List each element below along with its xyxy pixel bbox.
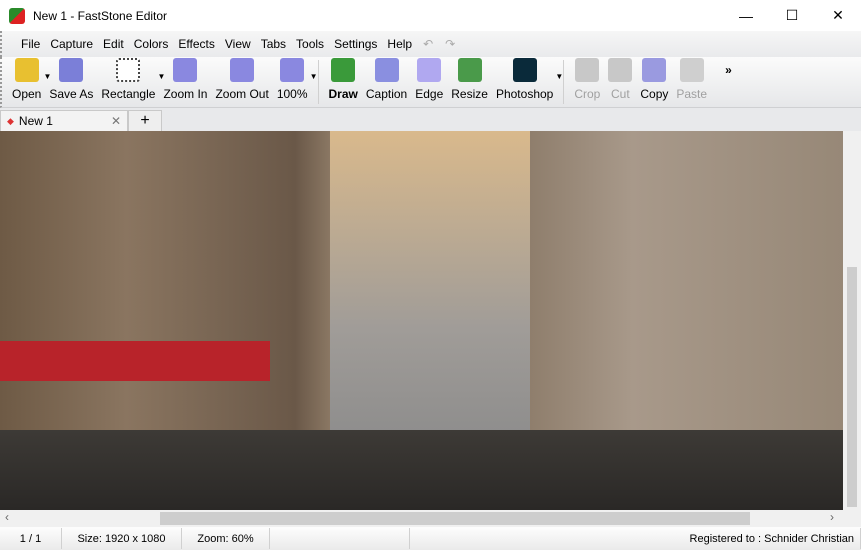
menu-file[interactable]: File xyxy=(16,37,45,51)
status-zoom: Zoom: 60% xyxy=(182,528,270,549)
tool-label: Edge xyxy=(415,87,444,101)
resize-button[interactable]: Resize xyxy=(447,58,492,107)
vertical-scroll-thumb[interactable] xyxy=(847,267,857,507)
toolbar: Open ▼ Save As Rectangle ▼ Zoom In Zoom Out 100… xyxy=(0,57,861,108)
floppy-disk-icon xyxy=(59,58,84,82)
crop-icon xyxy=(575,58,600,82)
paste-icon xyxy=(679,58,704,82)
close-tab-icon[interactable]: ✕ xyxy=(111,114,121,128)
horizontal-scroll-thumb[interactable] xyxy=(160,512,750,525)
maximize-button[interactable]: ☐ xyxy=(769,0,815,31)
toolbar-separator xyxy=(317,60,319,104)
open-folder-icon xyxy=(14,58,39,82)
photoshop-button[interactable]: Photoshop ▼ xyxy=(492,58,563,107)
status-bar: 1 / 1 Size: 1920 x 1080 Zoom: 60% Regist… xyxy=(0,527,861,550)
tab-new-1[interactable]: ◆ New 1 ✕ xyxy=(0,110,128,131)
photo-awning xyxy=(0,341,270,381)
modified-dot-icon: ◆ xyxy=(7,115,14,126)
menu-bar: File Capture Edit Colors Effects View Tabs Tool… xyxy=(0,31,861,57)
tool-label: Open xyxy=(12,87,42,101)
crop-button[interactable]: Crop xyxy=(570,58,604,107)
edge-button[interactable]: Edge xyxy=(411,58,447,107)
resize-icon xyxy=(457,58,482,82)
vertical-scrollbar[interactable] xyxy=(843,131,861,510)
draw-button[interactable]: Draw xyxy=(325,58,362,107)
paste-button[interactable]: Paste xyxy=(672,58,711,107)
menu-capture[interactable]: Capture xyxy=(45,37,98,51)
tool-label: Photoshop xyxy=(495,87,554,101)
cut-button[interactable]: Cut xyxy=(604,58,636,107)
rectangle-select-icon xyxy=(116,58,141,82)
tool-label: Rectangle xyxy=(101,87,156,101)
tool-label: Zoom Out xyxy=(215,87,269,101)
status-registered: Registered to : Schnider Christian xyxy=(410,528,861,549)
copy-icon xyxy=(642,58,667,82)
photoshop-icon xyxy=(512,58,537,82)
title-bar: New 1 - FastStone Editor — ☐ ✕ xyxy=(0,0,861,31)
minimize-button[interactable]: — xyxy=(723,0,769,31)
add-tab-button[interactable]: + xyxy=(128,110,162,131)
horizontal-scrollbar[interactable]: ‹ › xyxy=(0,510,843,527)
tool-label: Paste xyxy=(676,87,708,101)
zoom-actual-icon xyxy=(280,58,305,82)
tab-label: New 1 xyxy=(18,114,53,128)
tool-label: 100% xyxy=(276,87,308,101)
draw-icon xyxy=(331,58,356,82)
scroll-left-icon[interactable]: ‹ xyxy=(5,510,9,524)
menu-edit[interactable]: Edit xyxy=(98,37,129,51)
menu-tools[interactable]: Tools xyxy=(291,37,329,51)
caption-button[interactable]: Caption xyxy=(362,58,411,107)
menu-help[interactable]: Help xyxy=(382,37,417,51)
caption-icon xyxy=(374,58,399,82)
open-button[interactable]: Open ▼ xyxy=(8,58,51,107)
scroll-right-icon[interactable]: › xyxy=(830,510,834,524)
zoom-in-icon xyxy=(173,58,198,82)
photo-sky xyxy=(330,131,530,461)
tool-label: Save As xyxy=(49,87,94,101)
status-empty xyxy=(270,528,410,549)
tool-label: Copy xyxy=(640,87,669,101)
app-logo-icon xyxy=(9,7,25,24)
toolbar-overflow-button[interactable]: » xyxy=(725,63,732,77)
rectangle-button[interactable]: Rectangle ▼ xyxy=(97,58,165,107)
menu-effects[interactable]: Effects xyxy=(173,37,219,51)
close-button[interactable]: ✕ xyxy=(815,0,861,31)
tool-label: Draw xyxy=(328,87,358,101)
menu-tabs[interactable]: Tabs xyxy=(256,37,291,51)
zoom-in-button[interactable]: Zoom In xyxy=(159,58,211,107)
menu-settings[interactable]: Settings xyxy=(329,37,382,51)
tool-label: Resize xyxy=(451,87,488,101)
status-size: Size: 1920 x 1080 xyxy=(62,528,182,549)
menu-colors[interactable]: Colors xyxy=(129,37,174,51)
status-page: 1 / 1 xyxy=(0,528,62,549)
save-as-button[interactable]: Save As xyxy=(45,58,97,107)
scissors-icon xyxy=(608,58,633,82)
zoom-out-button[interactable]: Zoom Out xyxy=(211,58,272,107)
edge-icon xyxy=(417,58,442,82)
tool-label: Caption xyxy=(365,87,408,101)
copy-button[interactable]: Copy xyxy=(636,58,672,107)
toolbar-separator xyxy=(563,60,565,104)
tool-label: Crop xyxy=(574,87,601,101)
image-canvas[interactable] xyxy=(0,131,843,510)
tab-bar: ◆ New 1 ✕ + xyxy=(0,108,861,131)
dropdown-arrow-icon[interactable]: ▼ xyxy=(310,72,318,81)
menu-view[interactable]: View xyxy=(220,37,256,51)
100-button[interactable]: 100% ▼ xyxy=(273,58,318,107)
window-title: New 1 - FastStone Editor xyxy=(33,8,168,23)
photo-street xyxy=(0,430,843,510)
tool-label: Cut xyxy=(611,87,630,101)
zoom-out-icon xyxy=(230,58,255,82)
undo-icon[interactable]: ↶ xyxy=(417,37,439,51)
tool-label: Zoom In xyxy=(163,87,208,101)
redo-icon[interactable]: ↷ xyxy=(439,37,461,51)
dropdown-arrow-icon[interactable]: ▼ xyxy=(555,72,563,81)
